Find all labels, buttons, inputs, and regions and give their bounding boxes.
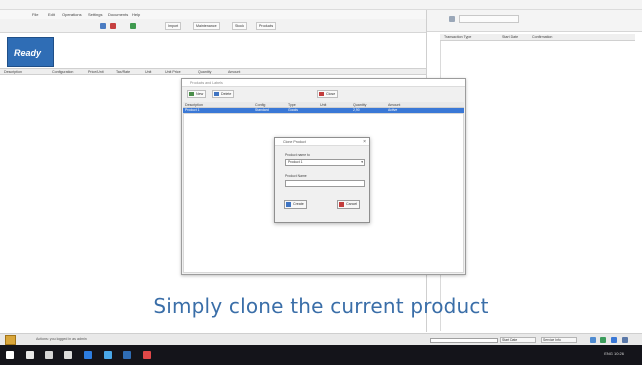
close-window-label: Close: [326, 92, 336, 96]
template-product-value: Product 1: [288, 160, 303, 164]
status-field-service: Service Info: [541, 337, 577, 343]
column-header[interactable]: Unit: [145, 70, 151, 74]
menu-documents[interactable]: Documents: [108, 12, 128, 17]
notification-icon[interactable]: [5, 335, 16, 345]
column-header[interactable]: Description: [185, 103, 203, 107]
column-header[interactable]: Quantity: [353, 103, 366, 107]
column-header[interactable]: Description: [4, 70, 22, 74]
new-name-input[interactable]: [285, 180, 365, 187]
maintenance-button[interactable]: Maintenance: [193, 22, 220, 30]
column-header[interactable]: Configuration: [52, 70, 73, 74]
add-icon: [189, 92, 194, 96]
cancel-button[interactable]: Cancel: [337, 200, 361, 209]
column-header[interactable]: Price/Unit: [88, 70, 104, 74]
column-header[interactable]: Config: [255, 103, 265, 107]
new-product-label: New: [196, 92, 204, 96]
import-button[interactable]: Import: [165, 22, 182, 30]
dialog-title: Clone Product: [283, 140, 306, 144]
task-view-icon[interactable]: [45, 351, 53, 359]
products-window-title: Products and Labels: [190, 81, 223, 85]
menu-settings[interactable]: Settings: [88, 12, 102, 17]
settings-icon[interactable]: [611, 337, 617, 343]
menu-bar: File Edit Operations Settings Documents …: [0, 10, 426, 19]
stock-button[interactable]: Stock: [232, 22, 247, 30]
cell-barcode: Active: [388, 108, 398, 112]
column-header[interactable]: Confirmation: [532, 35, 552, 39]
column-header[interactable]: Amount: [388, 103, 400, 107]
products-window-titlebar[interactable]: Products and Labels: [182, 79, 465, 87]
clone-product-dialog: Clone Product × Product name to Product …: [274, 137, 370, 223]
right-grid-header: Transaction Type Start Date Confirmation: [440, 34, 635, 41]
menu-file[interactable]: File: [32, 12, 38, 17]
close-icon[interactable]: ×: [363, 139, 366, 145]
column-header[interactable]: Quantity: [198, 70, 211, 74]
app-icon[interactable]: [123, 351, 131, 359]
column-header[interactable]: Unit Price: [165, 70, 181, 74]
menu-operations[interactable]: Operations: [62, 12, 82, 17]
status-panel: Ready: [7, 37, 54, 67]
column-header[interactable]: Unit: [320, 103, 326, 107]
cell-type: Goods: [288, 108, 298, 112]
status-field-start-date: Start Date: [500, 337, 536, 343]
template-product-select[interactable]: Product 1 ▾: [285, 159, 365, 166]
new-product-button[interactable]: New: [187, 90, 207, 98]
create-button[interactable]: Create: [284, 200, 307, 209]
start-icon[interactable]: [6, 351, 14, 359]
explorer-icon[interactable]: [64, 351, 72, 359]
column-header[interactable]: Start Date: [502, 35, 518, 39]
sync-icon[interactable]: [600, 337, 606, 343]
menu-edit[interactable]: Edit: [48, 12, 55, 17]
new-name-label: Product Name: [285, 174, 307, 178]
delete-product-label: Delete: [221, 92, 232, 96]
column-header[interactable]: Type: [288, 103, 296, 107]
refresh-icon[interactable]: [130, 23, 136, 29]
stop-icon[interactable]: [110, 23, 116, 29]
pdf-icon[interactable]: [143, 351, 151, 359]
close-window-button[interactable]: Close: [317, 90, 339, 98]
right-list-pane: [440, 41, 635, 331]
cell-config: Standard: [255, 108, 269, 112]
info-icon[interactable]: [590, 337, 596, 343]
template-product-label: Product name to: [285, 153, 310, 157]
delete-icon: [214, 92, 219, 96]
status-progress-bar: [430, 338, 498, 343]
video-caption: Simply clone the current product: [153, 294, 489, 318]
main-toolbar: Import Maintenance Stock Products: [0, 19, 426, 33]
cancel-label: Cancel: [346, 202, 358, 206]
menu-help[interactable]: Help: [132, 12, 140, 17]
cell-amount: 2,90: [353, 108, 360, 112]
right-toolbar: [427, 10, 642, 32]
column-header[interactable]: Tax/Rate: [116, 70, 130, 74]
app-titlebar: [0, 0, 642, 10]
ready-label: Ready: [14, 48, 42, 58]
column-header[interactable]: Amount: [228, 70, 240, 74]
cancel-icon: [339, 202, 344, 207]
search-icon[interactable]: [449, 16, 455, 22]
dialog-titlebar[interactable]: Clone Product ×: [275, 138, 369, 146]
status-bar: Actions: you logged in as admin Start Da…: [0, 333, 642, 345]
ok-icon: [286, 202, 291, 207]
system-tray[interactable]: ENG 10:26: [604, 351, 624, 356]
delete-product-button[interactable]: Delete: [212, 90, 235, 98]
products-button[interactable]: Products: [256, 22, 277, 30]
taskbar: ENG 10:26: [0, 345, 642, 365]
create-label: Create: [293, 202, 304, 206]
search-icon[interactable]: [26, 351, 34, 359]
nav-back-icon[interactable]: [100, 23, 106, 29]
help-icon[interactable]: [622, 337, 628, 343]
close-icon: [319, 92, 324, 96]
cell-description: Product 1: [185, 108, 200, 112]
right-search-field[interactable]: [459, 15, 519, 23]
status-message: Actions: you logged in as admin: [36, 337, 87, 341]
chevron-down-icon: ▾: [361, 160, 363, 164]
main-grid-header: Description Configuration Price/Unit Tax…: [0, 68, 426, 75]
column-header[interactable]: Transaction Type: [444, 35, 471, 39]
browser-icon[interactable]: [84, 351, 92, 359]
mail-icon[interactable]: [104, 351, 112, 359]
